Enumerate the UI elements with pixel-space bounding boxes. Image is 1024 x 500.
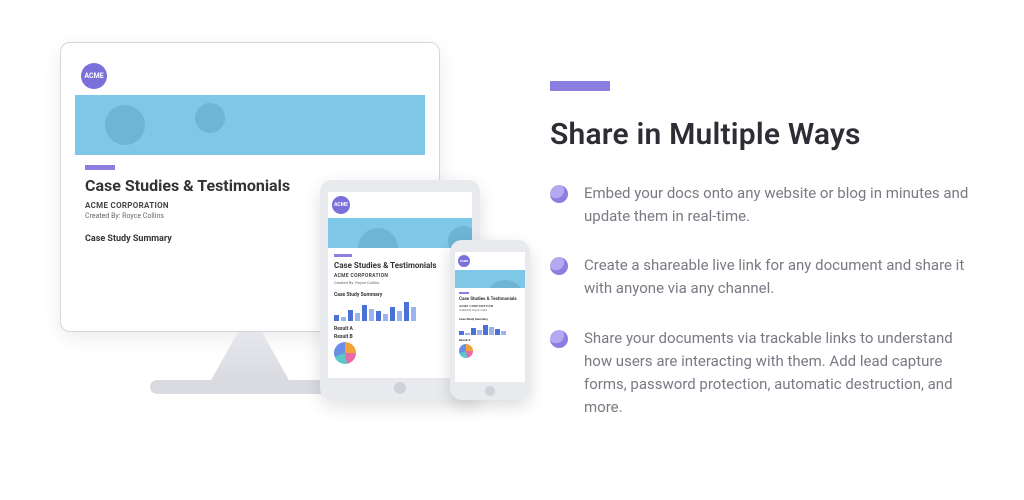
feature-bullet: Embed your docs onto any website or blog… (550, 182, 984, 229)
phone-device: ACME Case Studies & Testimonials ACME CO… (450, 240, 530, 400)
bullet-dot-icon (550, 330, 568, 348)
bullet-dot-icon (550, 257, 568, 275)
bullet-dot-icon (550, 185, 568, 203)
doc-result-a: Result A (455, 337, 525, 342)
doc-accent-bar (459, 292, 469, 294)
feature-bullet: Create a shareable live link for any doc… (550, 254, 984, 301)
bullet-text: Create a shareable live link for any doc… (584, 254, 984, 301)
section-accent-bar (550, 81, 610, 91)
phone-home-button-icon (485, 386, 495, 396)
pie-chart-icon (334, 342, 356, 364)
bullet-text: Share your documents via trackable links… (584, 327, 984, 420)
feature-bullet: Share your documents via trackable links… (550, 327, 984, 420)
doc-hero-band (328, 218, 472, 248)
pie-chart-icon (459, 344, 473, 358)
feature-bullet-list: Embed your docs onto any website or blog… (550, 182, 984, 420)
doc-accent-bar (85, 165, 115, 170)
monitor-stand (210, 332, 290, 382)
section-headline: Share in Multiple Ways (550, 117, 984, 152)
acme-logo-icon: ACME (458, 255, 470, 267)
doc-company: ACME CORPORATION (455, 302, 525, 309)
tablet-home-button-icon (394, 382, 406, 394)
feature-copy: Share in Multiple Ways Embed your docs o… (550, 81, 984, 420)
doc-hero-band (455, 270, 525, 288)
bar-chart (455, 321, 525, 337)
doc-accent-bar (334, 254, 352, 257)
acme-logo-icon: ACME (81, 63, 107, 89)
acme-logo-icon: ACME (332, 196, 350, 214)
phone-screen: ACME Case Studies & Testimonials ACME CO… (455, 252, 525, 382)
devices-illustration: ACME Case Studies & Testimonials ACME CO… (40, 30, 500, 470)
bullet-text: Embed your docs onto any website or blog… (584, 182, 984, 229)
doc-hero-band (75, 95, 425, 155)
